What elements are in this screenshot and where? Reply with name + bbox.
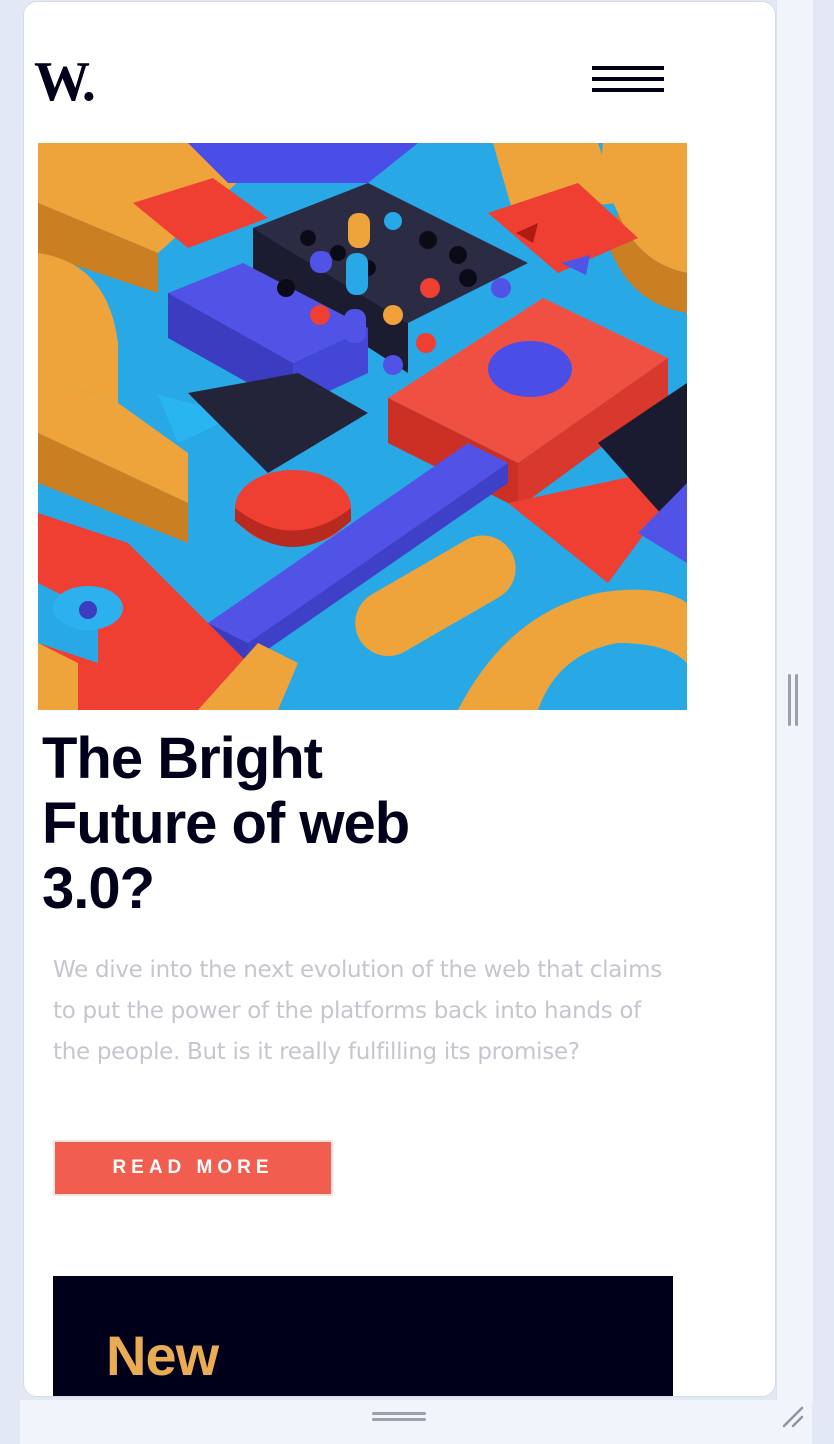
- hamburger-menu-icon[interactable]: [590, 62, 666, 102]
- menu-line: [592, 88, 664, 92]
- handle-bar: [372, 1418, 426, 1421]
- article-headline: The Bright Future of web 3.0?: [42, 726, 410, 921]
- horizontal-resize-handle-icon[interactable]: [372, 1410, 426, 1424]
- corner-resize-icon[interactable]: [780, 1404, 806, 1430]
- menu-line: [592, 77, 664, 81]
- outer-background-left: [0, 0, 20, 1444]
- handle-bar: [795, 674, 798, 726]
- new-section-title: New: [106, 1324, 219, 1387]
- responsive-viewport-frame: W. The Bright Future of web 3.0? We dive…: [23, 1, 776, 1397]
- site-logo[interactable]: W.: [34, 54, 96, 110]
- handle-bar: [372, 1412, 426, 1415]
- vertical-resize-handle-icon[interactable]: [788, 674, 800, 726]
- new-section-panel: New: [53, 1276, 673, 1396]
- handle-bar: [788, 674, 791, 726]
- article-description: We dive into the next evolution of the w…: [53, 957, 662, 1065]
- abstract-3d-blocks-image: [38, 143, 687, 710]
- menu-line: [592, 66, 664, 70]
- read-more-button[interactable]: READ MORE: [53, 1140, 333, 1196]
